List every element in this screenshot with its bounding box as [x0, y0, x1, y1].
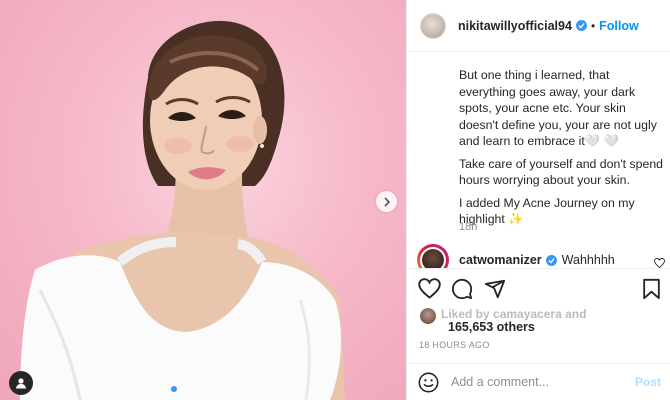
- carousel-dot: [211, 386, 217, 392]
- comment-item: catwomanizer Wahhhhh: [417, 244, 670, 268]
- carousel-indicator: [171, 386, 237, 392]
- sparkle-emoji: ✨: [508, 212, 524, 226]
- post-header: nikitawillyofficial94 • Follow: [407, 0, 670, 52]
- carousel-dot: [231, 386, 237, 392]
- header-separator: •: [590, 18, 596, 33]
- post-comment-button[interactable]: Post: [635, 375, 661, 389]
- post-photo: [20, 20, 345, 400]
- action-bar: [407, 268, 670, 308]
- liked-by-avatar[interactable]: [419, 307, 437, 325]
- likes-summary: Liked by camayacera and 165,653 others: [419, 307, 669, 337]
- carousel-dot: [171, 386, 177, 392]
- carousel-dot: [221, 386, 227, 392]
- likes-count[interactable]: 165,653 others: [448, 320, 535, 334]
- follow-button[interactable]: Follow: [599, 19, 639, 33]
- heart-icon[interactable]: [418, 278, 441, 299]
- comment-icon[interactable]: [451, 278, 473, 300]
- author-username[interactable]: nikitawillyofficial94: [458, 19, 572, 33]
- caption-paragraph: Take care of yourself and don't spend ho…: [459, 156, 664, 188]
- share-icon[interactable]: [484, 278, 506, 300]
- post-media[interactable]: [0, 0, 406, 400]
- liked-by-text: Liked by camayacera and: [441, 307, 587, 321]
- commenter-avatar[interactable]: [417, 244, 449, 268]
- user-tag-icon: [16, 378, 26, 389]
- carousel-dot: [191, 386, 197, 392]
- user-tag-button[interactable]: [9, 371, 33, 395]
- post-timestamp[interactable]: 18 HOURS AGO: [419, 340, 490, 350]
- comment-text: Wahhhhh: [561, 253, 615, 267]
- white-heart-emoji: 🤍: [584, 134, 601, 148]
- verified-icon: [545, 254, 557, 266]
- caption-time: 18h: [459, 221, 478, 233]
- bookmark-icon[interactable]: [642, 278, 661, 300]
- next-slide-button[interactable]: [376, 191, 397, 212]
- verified-icon: [575, 20, 587, 31]
- caption-paragraph: But one thing i learned, that everything…: [459, 68, 657, 148]
- carousel-dot: [201, 386, 207, 392]
- carousel-dot: [181, 386, 187, 392]
- comment-input[interactable]: [451, 375, 621, 389]
- white-heart-emoji: 🤍: [603, 134, 619, 148]
- comments-list[interactable]: But one thing i learned, that everything…: [407, 53, 670, 268]
- add-comment-bar: Post: [407, 363, 670, 400]
- emoji-button[interactable]: [418, 372, 439, 393]
- comment-like-icon[interactable]: [654, 258, 665, 268]
- chevron-right-icon: [383, 196, 390, 207]
- author-avatar[interactable]: [420, 12, 446, 39]
- caption-paragraph: I added My Acne Journey on my highlight …: [459, 195, 635, 227]
- commenter-username[interactable]: catwomanizer: [459, 253, 542, 267]
- post-caption: But one thing i learned, that everything…: [459, 67, 667, 234]
- post-side-panel: nikitawillyofficial94 • Follow But one t…: [406, 0, 670, 400]
- emoji-icon: [418, 372, 439, 392]
